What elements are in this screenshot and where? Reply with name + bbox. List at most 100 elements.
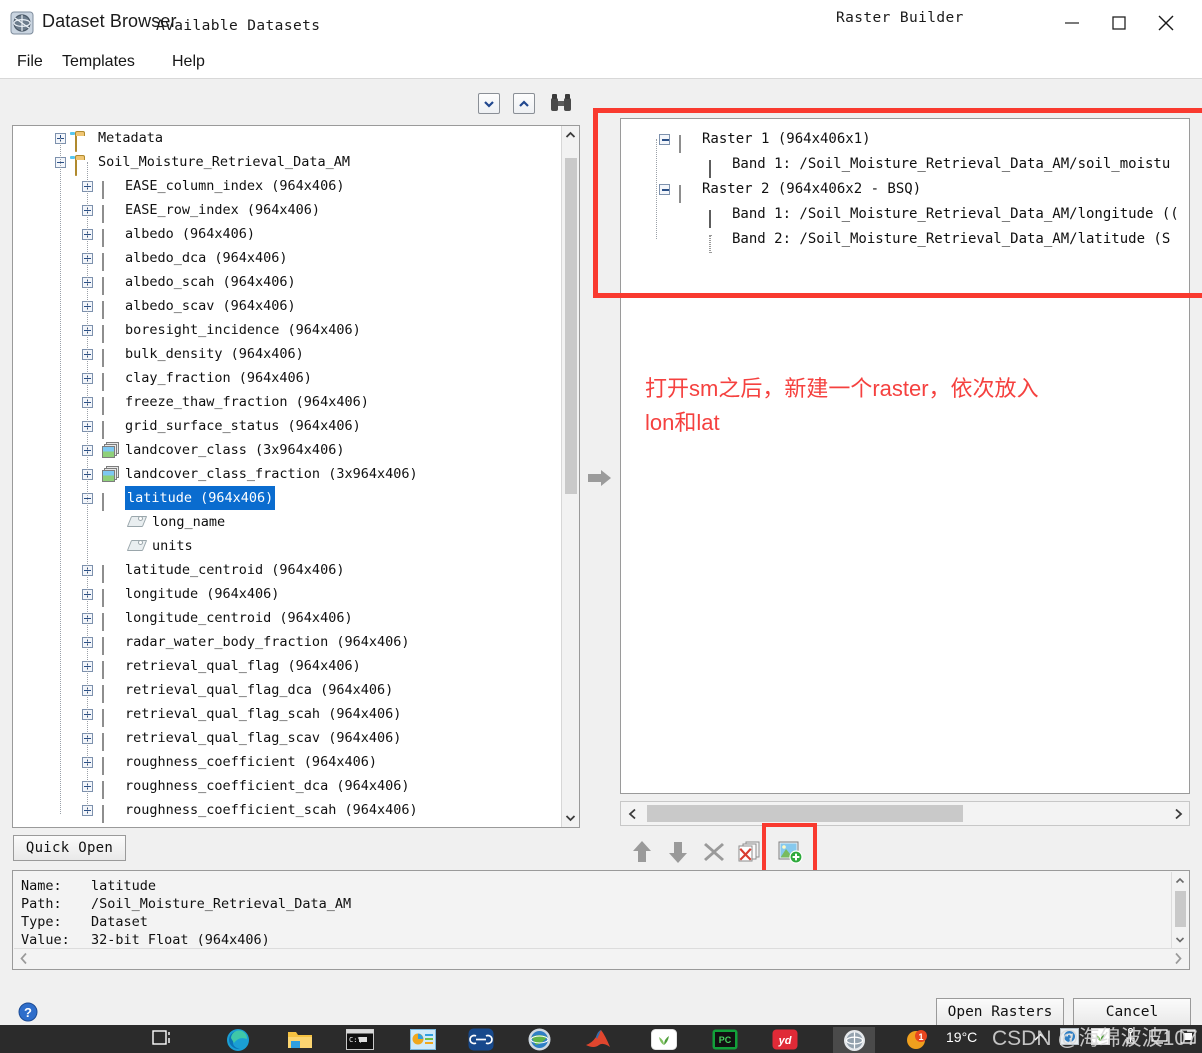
tree-item[interactable]: units [13,534,561,558]
info-scroll-right-button[interactable] [1174,952,1183,970]
menu-templates[interactable]: Templates [55,50,142,74]
info-scroll-left-button[interactable] [19,952,28,970]
tree-item[interactable]: radar_water_body_fraction (964x406) [13,630,561,655]
tree-item[interactable]: landcover_class (3x964x406) [13,438,561,462]
chevron-down-icon [484,100,494,108]
tree-item[interactable]: freeze_thaw_fraction (964x406) [13,390,561,415]
office-app-icon[interactable] [410,1029,436,1053]
remove-button[interactable] [697,836,731,868]
info-row: Name: latitude [21,877,351,895]
matlab-icon[interactable] [585,1029,611,1053]
tree-item-selected[interactable]: latitude (964x406) [13,486,561,511]
close-x-icon [704,843,724,861]
tree-item[interactable]: EASE_row_index (964x406) [13,198,561,223]
weather-temperature[interactable]: 19°C [946,1029,977,1045]
terminal-icon[interactable]: C:\ [346,1029,374,1053]
transfer-to-raster-arrow[interactable] [588,468,612,492]
notification-badge-icon[interactable]: 1 [905,1029,929,1053]
raster-tree-item[interactable]: Band 1: /Soil_Moisture_Retrieval_Data_AM… [629,152,1189,178]
tree-item[interactable]: long_name [13,510,561,534]
remove-all-button[interactable] [733,836,767,868]
info-scroll-up-button[interactable] [1172,872,1188,889]
new-raster-button[interactable] [774,836,808,868]
info-scroll-down-button[interactable] [1172,931,1188,948]
tree-item[interactable]: roughness_coefficient_scah (964x406) [13,798,561,823]
info-vertical-scrollbar[interactable] [1171,872,1188,948]
raster-builder-tree[interactable]: Raster 1 (964x406x1) Band 1: /Soil_Moistu… [620,118,1190,794]
minimize-button[interactable] [1049,0,1095,46]
tree-guide-line [87,162,88,814]
tree-item[interactable]: albedo_dca (964x406) [13,246,561,271]
tree-item[interactable]: bulk_density (964x406) [13,342,561,367]
tree-item-label: roughness_coefficient (964x406) [125,754,377,770]
tree-item[interactable]: Soil_Moisture_Retrieval_Data_AM [13,150,561,176]
find-button[interactable] [548,91,574,115]
maximize-button[interactable] [1096,0,1142,46]
tree-item[interactable]: boresight_incidence (964x406) [13,318,561,343]
tree-item[interactable]: grid_surface_status (964x406) [13,414,561,439]
menu-file[interactable]: File [10,50,50,74]
tree-vertical-scrollbar[interactable] [561,126,579,827]
scroll-up-button[interactable] [562,126,579,144]
badge-count: 1 [918,1032,923,1042]
tree-item[interactable]: retrieval_qual_flag_dca (964x406) [13,678,561,703]
available-datasets-heading: Available Datasets [156,18,321,34]
tree-item[interactable]: EASE_column_index (964x406) [13,174,561,199]
task-view-icon[interactable] [152,1028,174,1053]
raster-tree-item[interactable]: Raster 2 (964x406x2 - BSQ) [629,177,1189,203]
teams-icon[interactable] [468,1028,494,1053]
tree-item[interactable]: retrieval_qual_flag (964x406) [13,654,561,679]
envi-icon[interactable] [527,1028,552,1053]
edge-icon[interactable] [226,1028,250,1053]
info-row: Path: /Soil_Moisture_Retrieval_Data_AM [21,895,351,913]
youdao-icon[interactable]: yd [772,1029,798,1053]
raster-tree-item[interactable]: Band 2: /Soil_Moisture_Retrieval_Data_AM… [629,227,1189,253]
scroll-down-button[interactable] [562,809,579,827]
help-question-icon[interactable]: ? [18,1002,38,1022]
tree-item[interactable]: clay_fraction (964x406) [13,366,561,391]
scroll-thumb[interactable] [565,158,577,494]
scroll-left-button[interactable] [621,802,643,825]
folder-icon [75,130,92,152]
tree-item[interactable]: roughness_coefficient (964x406) [13,750,561,775]
raster-tree-item[interactable]: Band 1: /Soil_Moisture_Retrieval_Data_AM… [629,202,1189,228]
expand-all-button[interactable] [513,93,535,114]
tree-item[interactable]: albedo_scah (964x406) [13,270,561,295]
tree-item-label: latitude_centroid (964x406) [125,562,345,578]
raster-horizontal-scrollbar[interactable] [620,801,1190,826]
collapse-toggle-icon[interactable] [659,184,670,195]
file-explorer-icon[interactable] [287,1029,313,1053]
sprout-app-icon[interactable] [651,1029,677,1053]
raster-dataset-icon [102,250,119,271]
info-horizontal-scrollbar[interactable] [14,948,1188,968]
raster-tree-item[interactable]: Raster 1 (964x406x1) [629,127,1189,153]
tree-item-label: albedo (964x406) [125,226,256,242]
tree-item[interactable]: roughness_coefficient_dca (964x406) [13,774,561,799]
menu-help[interactable]: Help [165,50,212,74]
tree-item[interactable]: longitude (964x406) [13,582,561,607]
svg-text:?: ? [24,1005,32,1020]
move-up-button[interactable] [625,836,659,868]
info-key: Path: [21,896,62,912]
close-button[interactable] [1143,0,1189,46]
tree-item[interactable]: longitude_centroid (964x406) [13,606,561,631]
scroll-right-button[interactable] [1167,802,1189,825]
tree-item[interactable]: Metadata [13,126,561,152]
pc-manager-icon[interactable]: PC [712,1029,738,1053]
tree-item[interactable]: retrieval_qual_flag_scah (964x406) [13,702,561,727]
available-datasets-tree[interactable]: Metadata Soil_Moisture_Retrieval_Data_AM E… [12,125,580,828]
tree-item[interactable]: landcover_class_fraction (3x964x406) [13,462,561,486]
raster-scroll-thumb[interactable] [647,805,963,822]
active-window-button[interactable] [833,1027,875,1053]
info-scroll-thumb[interactable] [1175,891,1186,927]
collapse-all-button[interactable] [478,93,500,114]
minus-bar [662,189,669,191]
quick-open-button[interactable]: Quick Open [13,835,126,861]
tree-item[interactable]: albedo (964x406) [13,222,561,247]
move-down-button[interactable] [661,836,695,868]
tree-item[interactable]: latitude_centroid (964x406) [13,558,561,583]
collapse-toggle-icon[interactable] [659,134,670,145]
tree-item[interactable]: albedo_scav (964x406) [13,294,561,319]
envi-globe-icon [10,11,34,35]
tree-item[interactable]: retrieval_qual_flag_scav (964x406) [13,726,561,751]
